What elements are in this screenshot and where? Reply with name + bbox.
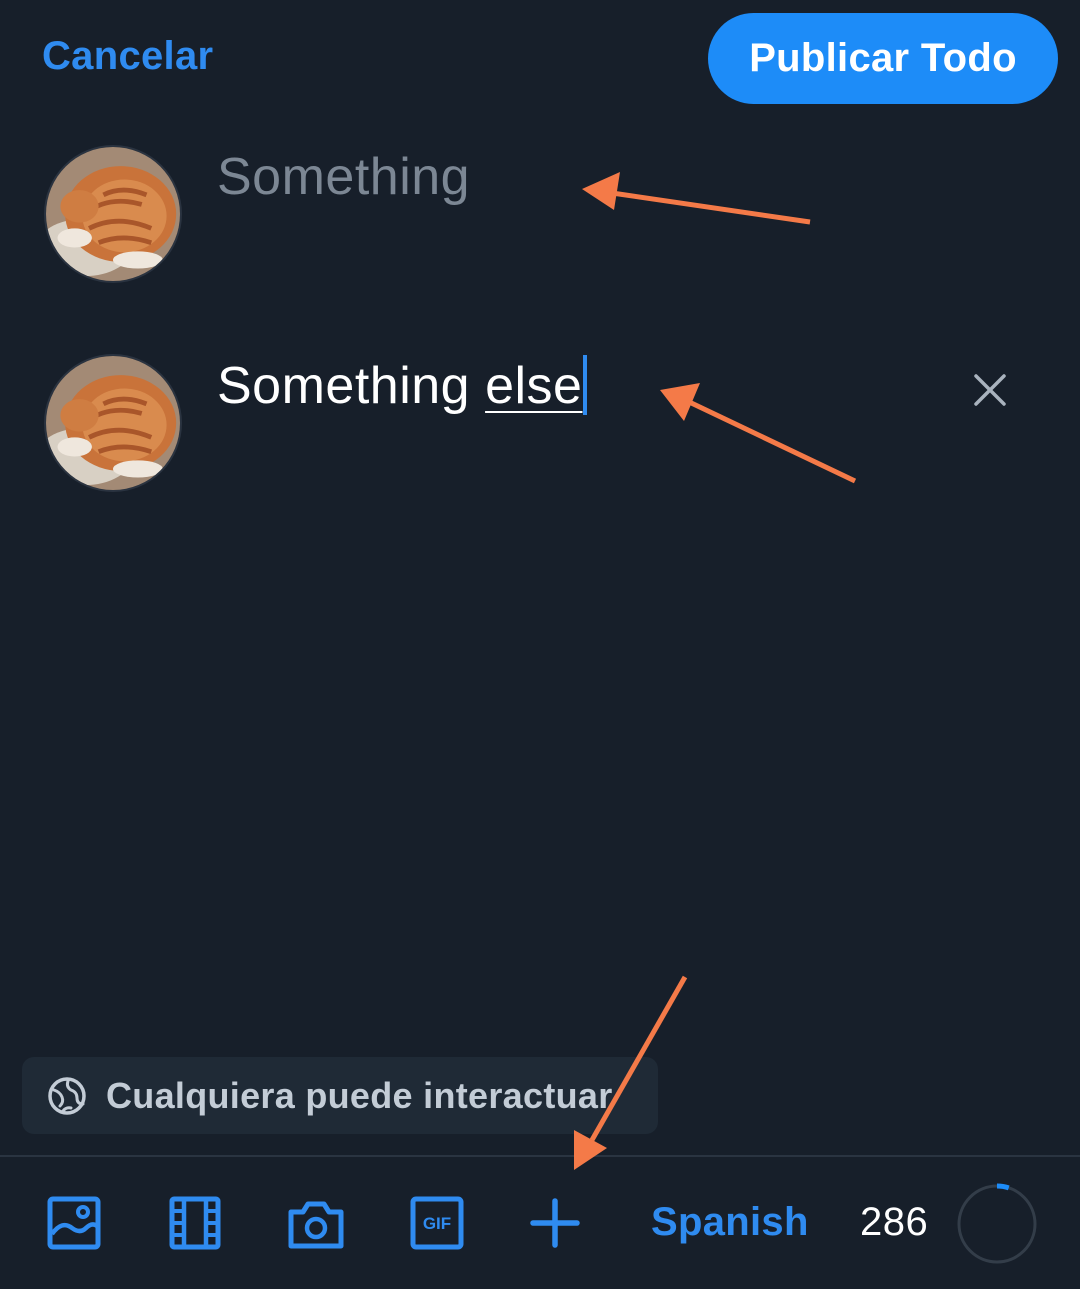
publish-all-button[interactable]: Publicar Todo (708, 13, 1058, 104)
add-video-button[interactable] (164, 1192, 226, 1254)
avatar (44, 354, 182, 492)
interaction-settings-label: Cualquiera puede interactuar (106, 1074, 613, 1116)
toolbar-divider (0, 1155, 1080, 1157)
camera-button[interactable] (285, 1192, 347, 1254)
annotation-arrow (660, 383, 857, 484)
character-count: 286 (860, 1200, 929, 1244)
remove-post-button[interactable] (968, 368, 1012, 412)
avatar (44, 145, 182, 283)
cat-avatar-image (46, 147, 180, 281)
add-post-icon (530, 1198, 580, 1248)
language-selector[interactable]: Spanish (651, 1200, 809, 1245)
interaction-settings-button[interactable]: Cualquiera puede interactuar (22, 1057, 658, 1134)
video-icon (169, 1196, 221, 1250)
cat-avatar-image (46, 356, 180, 490)
thread-post-2-input[interactable]: Something else (217, 355, 588, 419)
close-icon (974, 374, 1006, 406)
globe-icon (48, 1076, 86, 1115)
progress-fill (996, 1183, 1010, 1191)
thread-post-2-text: Something (217, 357, 471, 415)
cancel-button[interactable]: Cancelar (42, 34, 213, 79)
gif-icon: GIF (410, 1196, 464, 1250)
add-post-button[interactable] (524, 1192, 586, 1254)
text-caret (583, 355, 588, 416)
image-icon (47, 1196, 101, 1250)
annotation-arrow (582, 172, 811, 225)
character-progress-ring (957, 1183, 1037, 1264)
gif-label: GIF (423, 1214, 451, 1233)
add-image-button[interactable] (43, 1192, 105, 1254)
add-gif-button[interactable]: GIF (406, 1192, 468, 1254)
composer-screen: Cancelar Publicar Todo Something Somethi… (0, 0, 1080, 1289)
camera-icon (288, 1201, 344, 1249)
progress-track (957, 1184, 1037, 1264)
thread-post-1-text[interactable]: Something (217, 147, 470, 207)
autocorrect-word: else (485, 357, 583, 415)
